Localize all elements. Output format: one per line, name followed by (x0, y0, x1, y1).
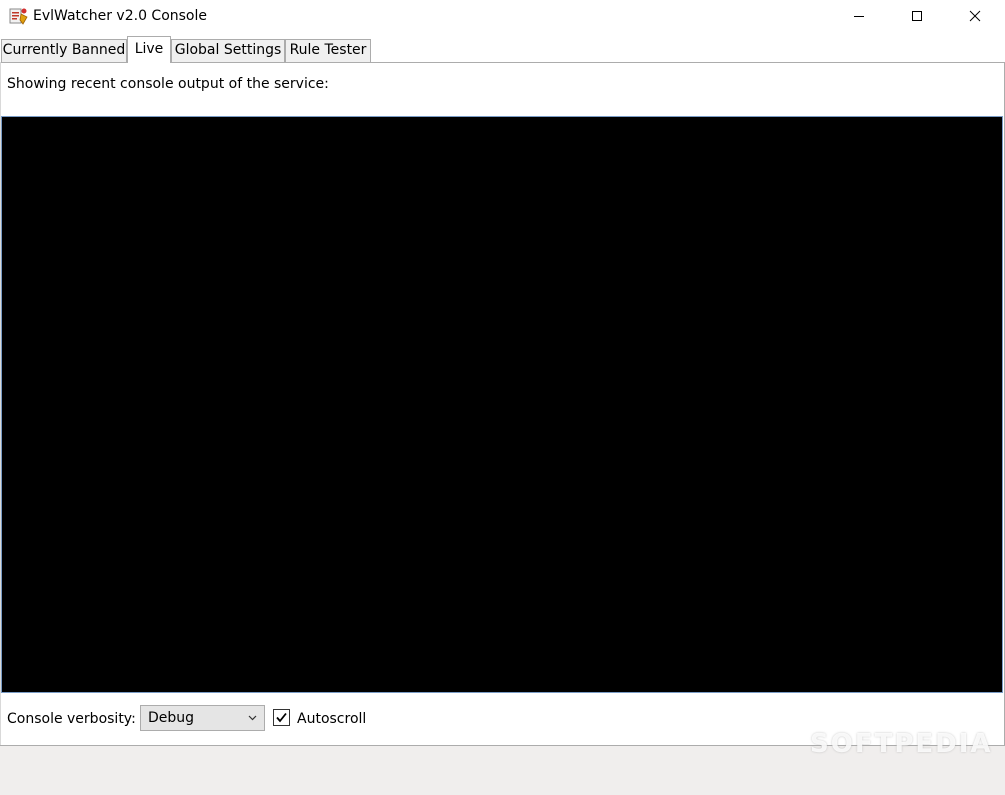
verbosity-selected-value: Debug (148, 710, 195, 726)
minimize-icon (854, 16, 864, 17)
maximize-icon (912, 11, 922, 21)
verbosity-label: Console verbosity: (7, 711, 136, 727)
window-title: EvlWatcher v2.0 Console (33, 8, 208, 24)
chevron-down-icon (248, 715, 257, 721)
minimize-button[interactable] (830, 0, 888, 32)
autoscroll-label[interactable]: Autoscroll (297, 710, 366, 728)
close-button[interactable] (946, 0, 1004, 32)
main-window: EvlWatcher v2.0 Console Currently Banned… (0, 0, 1005, 795)
tab-currently-banned[interactable]: Currently Banned (1, 39, 127, 62)
autoscroll-checkbox[interactable] (273, 709, 290, 726)
tab-live[interactable]: Live (127, 36, 171, 63)
title-bar[interactable]: EvlWatcher v2.0 Console (0, 0, 1005, 32)
tab-global-settings[interactable]: Global Settings (171, 39, 285, 62)
watermark: SOFTPEDIA (810, 729, 993, 759)
tab-rule-tester[interactable]: Rule Tester (285, 39, 371, 62)
checkmark-icon (276, 712, 287, 723)
close-icon (969, 10, 981, 22)
verbosity-select[interactable]: Debug (140, 705, 265, 731)
console-output-area[interactable] (1, 116, 1003, 693)
maximize-button[interactable] (888, 0, 946, 32)
app-icon (9, 6, 29, 26)
console-caption: Showing recent console output of the ser… (7, 76, 329, 92)
